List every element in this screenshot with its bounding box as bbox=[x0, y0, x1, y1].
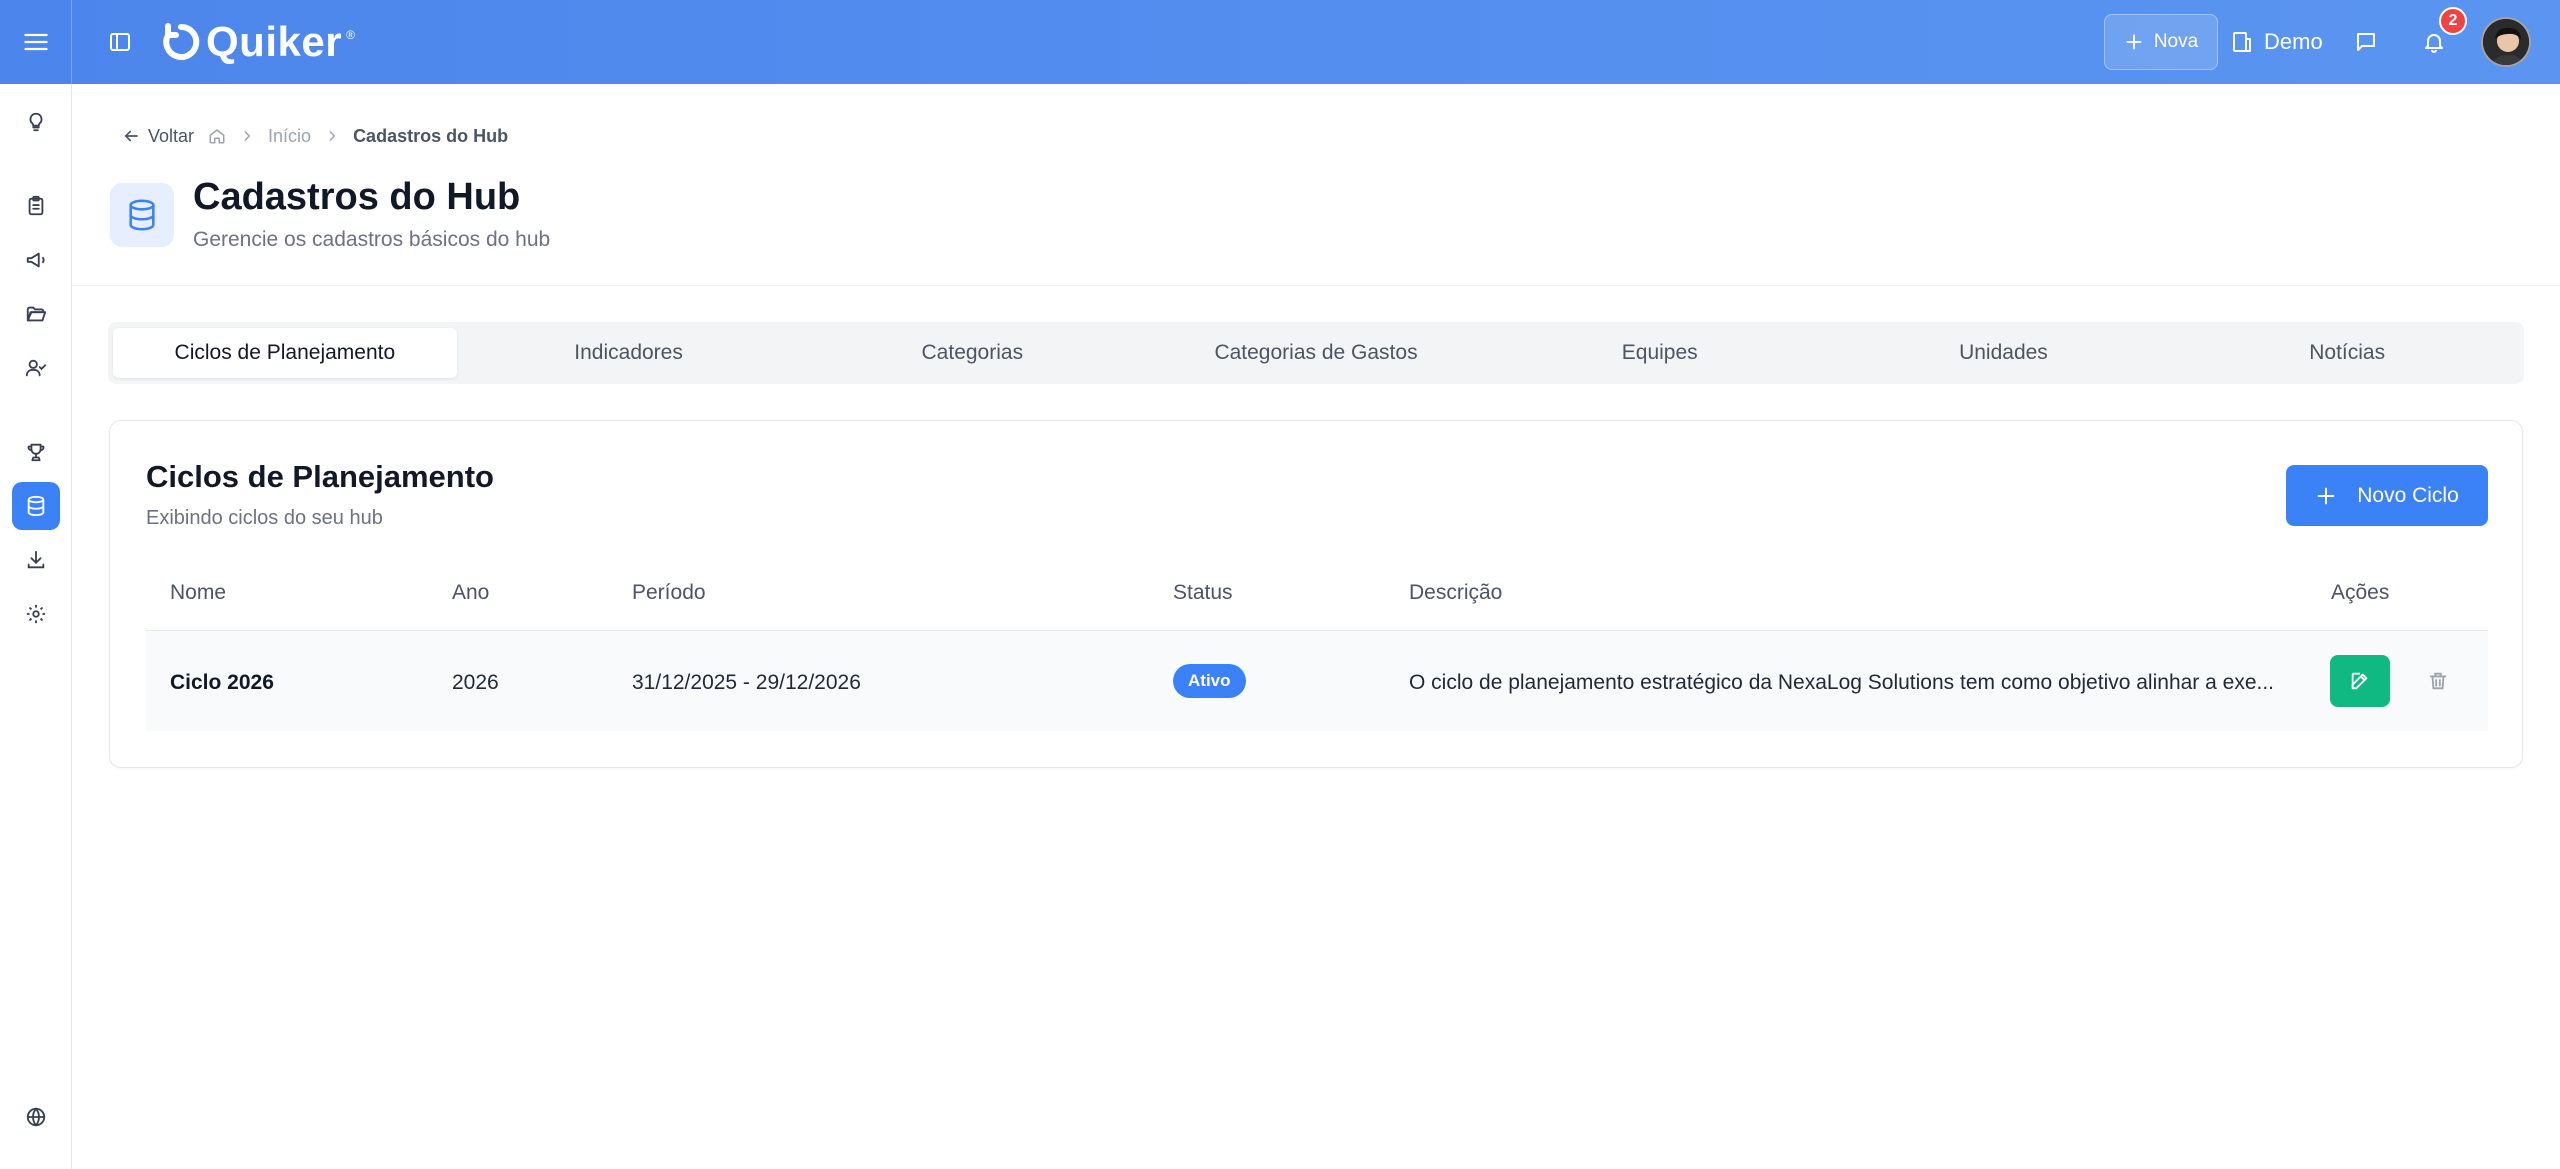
registry-tabs: Ciclos de Planejamento Indicadores Categ… bbox=[108, 322, 2524, 384]
home-icon bbox=[209, 129, 225, 144]
column-header-year: Ano bbox=[452, 581, 490, 604]
page-icon-container bbox=[110, 183, 174, 247]
new-item-button[interactable]: Nova bbox=[2104, 14, 2218, 70]
database-icon bbox=[129, 199, 155, 231]
messages-button[interactable] bbox=[2346, 22, 2386, 62]
download-icon bbox=[27, 550, 45, 569]
plus-icon bbox=[2317, 487, 2335, 504]
lightbulb-icon bbox=[29, 112, 43, 132]
new-cycle-button[interactable]: Novo Ciclo bbox=[2286, 465, 2488, 526]
planning-cycles-card: Ciclos de Planejamento Exibindo ciclos d… bbox=[109, 420, 2523, 768]
chevron-right-icon bbox=[244, 131, 251, 141]
message-square-icon bbox=[2357, 33, 2375, 51]
breadcrumb-home-link[interactable] bbox=[208, 127, 226, 145]
back-link[interactable]: Voltar bbox=[122, 126, 194, 147]
user-check-icon bbox=[25, 359, 47, 377]
notification-count-badge: 2 bbox=[2439, 7, 2467, 35]
rail-item-projects[interactable] bbox=[12, 290, 60, 338]
arrow-left-icon bbox=[124, 130, 138, 142]
cycle-year: 2026 bbox=[452, 671, 499, 694]
gear-icon bbox=[26, 604, 46, 624]
rail-item-language[interactable] bbox=[12, 1093, 60, 1141]
breadcrumb: Voltar Início Cadastros do Hub bbox=[122, 122, 508, 150]
cycle-period: 31/12/2025 - 29/12/2026 bbox=[632, 671, 861, 694]
globe-icon bbox=[26, 1107, 46, 1127]
quiker-logo-icon bbox=[163, 23, 200, 60]
hamburger-menu-button[interactable] bbox=[0, 0, 72, 84]
column-header-name: Nome bbox=[170, 581, 227, 604]
sidebar-toggle-button[interactable] bbox=[100, 22, 140, 62]
top-bar: Quiker ® Nova Demo 2 bbox=[0, 0, 2560, 84]
rail-item-hub-registry[interactable] bbox=[12, 482, 60, 530]
tab-expense-categories[interactable]: Categorias de Gastos bbox=[1144, 328, 1488, 378]
trophy-icon bbox=[27, 443, 45, 462]
breadcrumb-home-label[interactable]: Início bbox=[268, 126, 311, 147]
column-header-actions: Ações bbox=[2331, 581, 2390, 604]
edit-icon bbox=[2351, 672, 2368, 690]
column-header-description: Descrição bbox=[1409, 581, 1503, 604]
rail-item-tasks[interactable] bbox=[12, 182, 60, 230]
rail-item-announcements[interactable] bbox=[12, 236, 60, 284]
new-cycle-label: Novo Ciclo bbox=[2357, 483, 2459, 507]
user-avatar[interactable] bbox=[2481, 17, 2531, 67]
menu-icon bbox=[23, 33, 48, 51]
back-label: Voltar bbox=[148, 125, 195, 146]
card-subtitle: Exibindo ciclos do seu hub bbox=[146, 507, 383, 529]
avatar-image bbox=[2483, 19, 2529, 65]
left-navigation-rail bbox=[0, 84, 72, 1169]
table-row[interactable]: Ciclo 2026 2026 31/12/2025 - 29/12/2026 … bbox=[146, 631, 2488, 731]
workspace-label: Demo bbox=[2264, 29, 2323, 54]
header-divider bbox=[72, 285, 2560, 286]
app-logo[interactable]: Quiker ® bbox=[160, 16, 355, 68]
breadcrumb-current: Cadastros do Hub bbox=[353, 125, 509, 146]
tab-news[interactable]: Notícias bbox=[2175, 328, 2519, 378]
registered-mark: ® bbox=[346, 28, 355, 42]
plus-icon bbox=[2126, 34, 2142, 50]
edit-button[interactable] bbox=[2330, 655, 2390, 707]
rail-item-people[interactable] bbox=[12, 344, 60, 392]
card-title: Ciclos de Planejamento bbox=[146, 459, 494, 494]
tab-categories[interactable]: Categorias bbox=[800, 328, 1144, 378]
clipboard-list-icon bbox=[28, 195, 44, 216]
cycle-name: Ciclo 2026 bbox=[170, 671, 274, 694]
megaphone-icon bbox=[26, 252, 45, 268]
column-header-status: Status bbox=[1173, 581, 1233, 604]
logo-text: Quiker bbox=[206, 18, 343, 65]
new-item-label: Nova bbox=[2153, 31, 2199, 52]
delete-button[interactable] bbox=[2416, 659, 2460, 703]
bell-icon bbox=[2425, 34, 2443, 53]
database-icon bbox=[27, 495, 45, 517]
tab-teams[interactable]: Equipes bbox=[1488, 328, 1832, 378]
rail-item-ideas[interactable] bbox=[12, 98, 60, 146]
status-badge: Ativo bbox=[1173, 664, 1246, 698]
cycle-description: O ciclo de planejamento estratégico da N… bbox=[1409, 671, 2274, 694]
tab-units[interactable]: Unidades bbox=[1832, 328, 2176, 378]
workspace-switcher[interactable]: Demo bbox=[2230, 18, 2323, 66]
rail-item-downloads[interactable] bbox=[12, 536, 60, 584]
folder-open-icon bbox=[26, 306, 47, 322]
panel-left-icon bbox=[110, 33, 130, 51]
column-header-period: Período bbox=[632, 581, 706, 604]
tab-indicators[interactable]: Indicadores bbox=[457, 328, 801, 378]
trash-icon bbox=[2429, 672, 2447, 690]
building-icon bbox=[2233, 32, 2251, 52]
rail-item-achievements[interactable] bbox=[12, 428, 60, 476]
page-title: Cadastros do Hub bbox=[193, 176, 521, 218]
page-subtitle: Gerencie os cadastros básicos do hub bbox=[193, 228, 551, 251]
rail-item-settings[interactable] bbox=[12, 590, 60, 638]
tab-planning-cycles[interactable]: Ciclos de Planejamento bbox=[113, 328, 457, 378]
chevron-right-icon bbox=[329, 131, 336, 141]
